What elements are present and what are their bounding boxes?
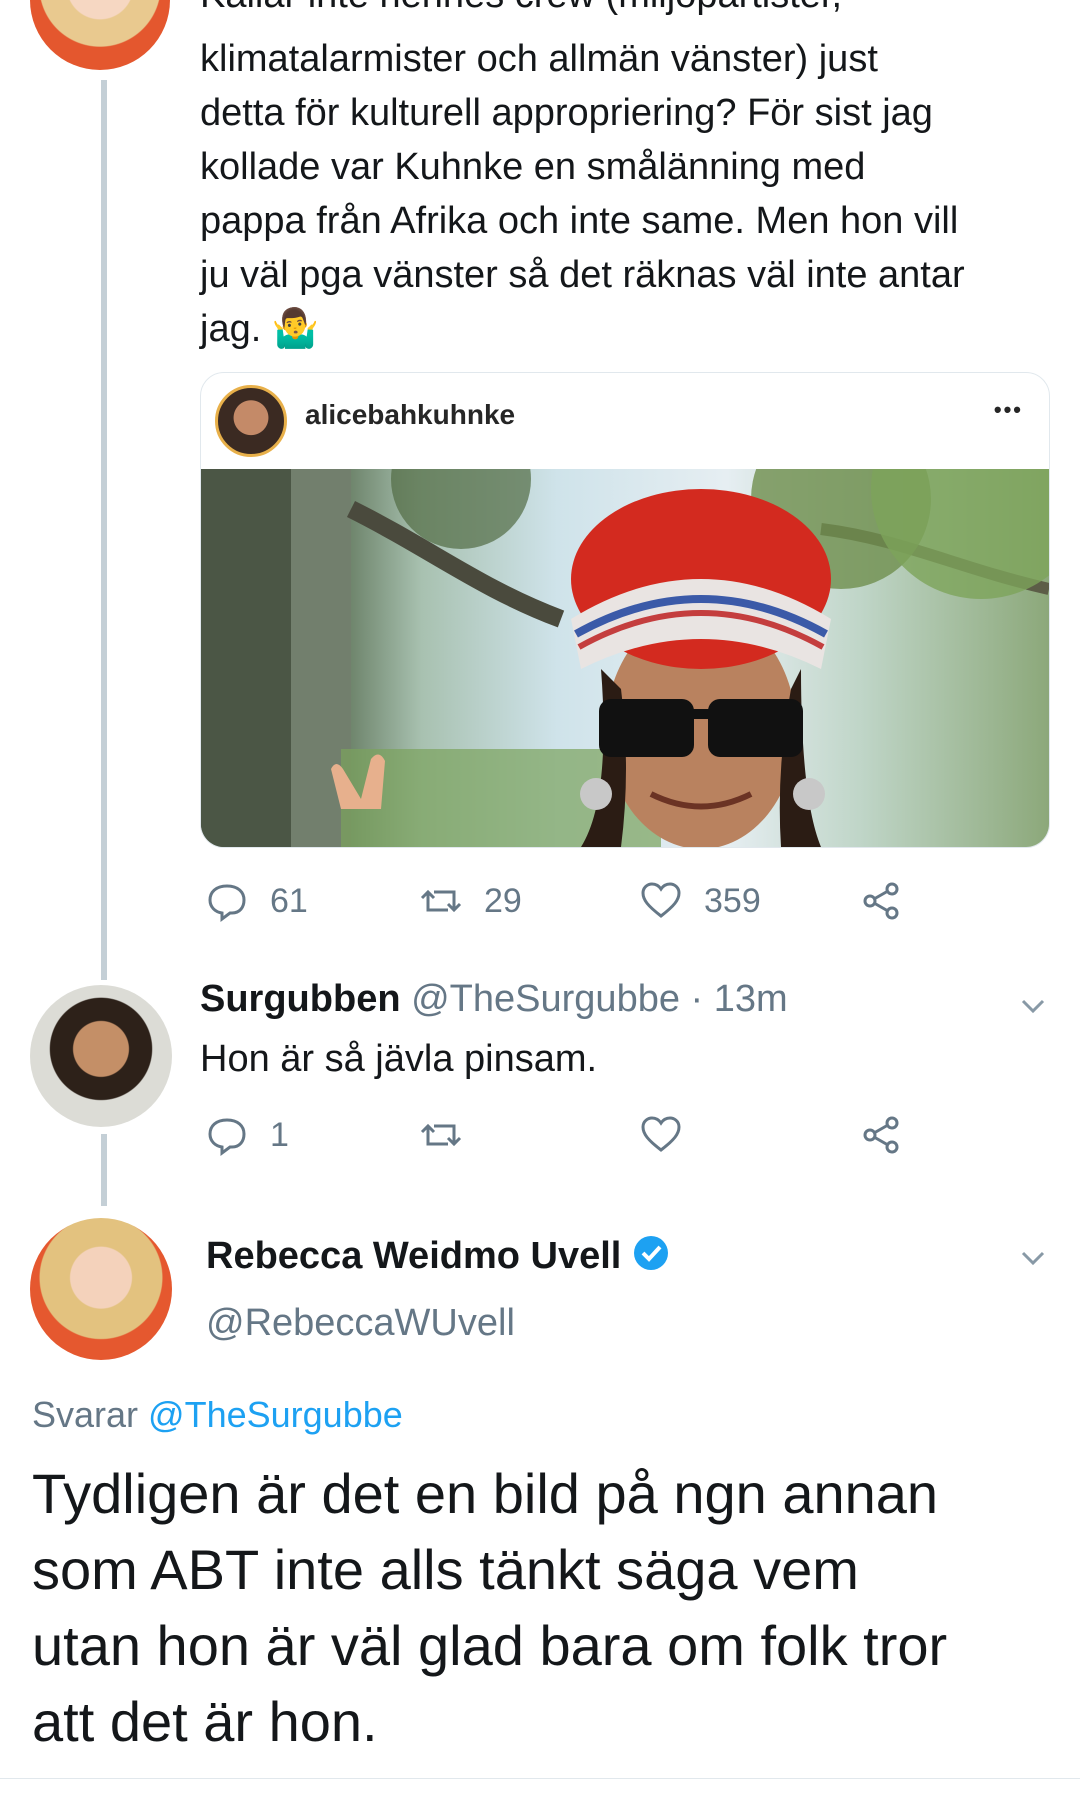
display-name[interactable]: Rebecca Weidmo Uvell (206, 1235, 621, 1277)
tweet-line: Tydligen är det en bild på ngn annan (32, 1462, 939, 1525)
tweet-menu-button[interactable] (1015, 1240, 1051, 1276)
chevron-down-icon (1021, 1251, 1045, 1266)
tweet-line: detta för kulturell appropriering? För s… (200, 92, 933, 134)
heart-icon (641, 1116, 681, 1152)
tweet2-header: Surgubben @TheSurgubbe · 13m (200, 978, 788, 1021)
tweet3-name-row: Rebecca Weidmo Uvell (206, 1234, 670, 1282)
tweet-menu-button[interactable] (1015, 988, 1051, 1024)
embed-photo (201, 469, 1049, 847)
replying-prefix: Svarar (32, 1394, 139, 1435)
share-button[interactable] (860, 1114, 902, 1156)
bottom-divider (0, 1778, 1080, 1779)
avatar-rebecca-top[interactable] (30, 0, 170, 70)
embed-username: alicebahkuhnke (305, 399, 516, 430)
share-button[interactable] (860, 880, 902, 922)
tweet-text-large: Tydligen är det en bild på ngn annan som… (32, 1456, 1062, 1760)
replying-to: Svarar @TheSurgubbe (32, 1394, 403, 1436)
tweet-line: att det är hon. (32, 1690, 378, 1753)
handle[interactable]: @RebeccaWUvell (206, 1302, 515, 1345)
thread-line (101, 80, 107, 980)
tweet-line: som ABT inte alls tänkt säga vem (32, 1538, 859, 1601)
share-icon (863, 1116, 899, 1154)
separator: · (690, 978, 704, 1020)
thread-line (101, 1134, 107, 1206)
timestamp[interactable]: 13m (714, 978, 788, 1020)
tweet-line: ju väl pga vänster så det räknas väl int… (200, 254, 965, 296)
chevron-down-icon (1021, 999, 1045, 1014)
verified-badge-icon (632, 1234, 670, 1282)
reply-count: 61 (270, 881, 308, 920)
retweet-icon (420, 889, 462, 913)
heart-icon (641, 882, 681, 918)
photo-scene (201, 469, 1049, 847)
shrug-emoji-icon: 🤷‍♂️ (271, 308, 320, 350)
tweet-line: pappa från Afrika och inte same. Men hon… (200, 200, 959, 242)
avatar-surgubben[interactable] (30, 985, 172, 1127)
tweet-text: Hon är så jävla pinsam. (200, 1038, 598, 1080)
reply-count: 1 (270, 1115, 289, 1154)
tweet-line: klimatalarmister och allmän vänster) jus… (200, 38, 878, 80)
reply-icon (208, 1118, 246, 1156)
tweet-line: kollade var Kuhnke en smålänning med (200, 146, 866, 188)
retweet-icon (420, 1123, 462, 1147)
retweet-button[interactable] (420, 1114, 462, 1156)
handle[interactable]: @TheSurgubbe (411, 978, 680, 1020)
tweet-text: klimatalarmister och allmän vänster) jus… (200, 32, 1060, 356)
tweet-text-partial: Kallar inte hennes crew (miljöpartister, (200, 0, 1060, 22)
reply-icon (208, 884, 246, 922)
like-button[interactable]: 359 (640, 880, 761, 922)
retweet-count: 29 (484, 881, 522, 920)
tweet-line: jag. 🤷‍♂️ (200, 308, 320, 350)
replying-to-handle[interactable]: @TheSurgubbe (148, 1394, 403, 1435)
reply-button[interactable]: 1 (206, 1114, 289, 1156)
display-name[interactable]: Surgubben (200, 978, 401, 1020)
like-count: 359 (704, 881, 761, 920)
avatar-rebecca[interactable] (30, 1218, 172, 1360)
share-icon (863, 882, 899, 920)
retweet-button[interactable]: 29 (420, 880, 522, 922)
embed-more-icon[interactable]: ••• (994, 397, 1023, 423)
reply-button[interactable]: 61 (206, 880, 308, 922)
embed-avatar (215, 385, 287, 457)
tweet-line: utan hon är väl glad bara om folk tror (32, 1614, 948, 1677)
like-button[interactable] (640, 1114, 682, 1156)
embedded-instagram-card[interactable]: alicebahkuhnke ••• (200, 372, 1050, 848)
